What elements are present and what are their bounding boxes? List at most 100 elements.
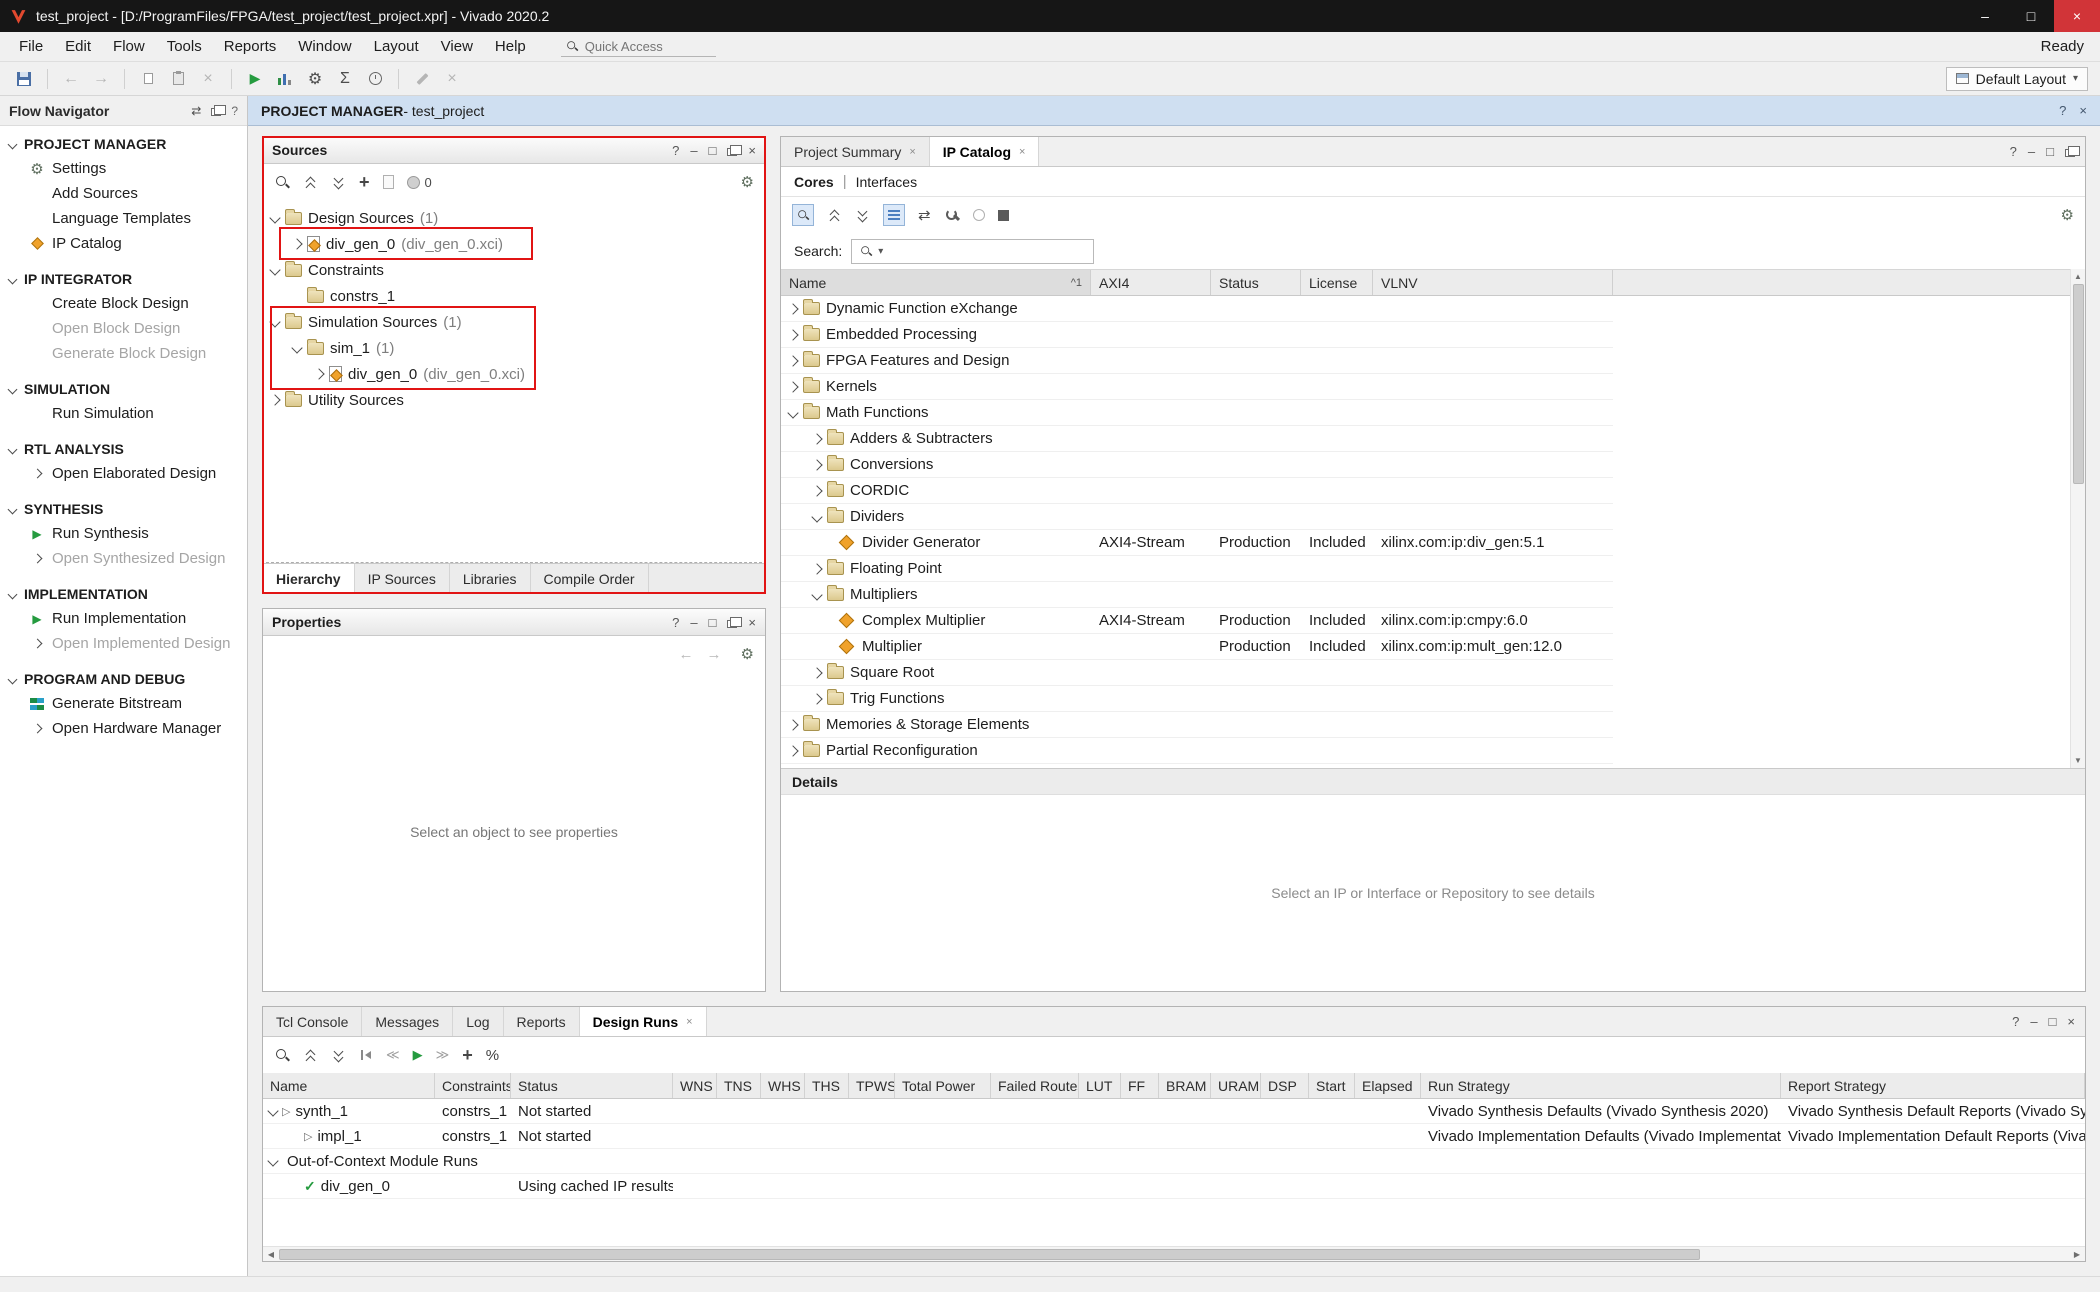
- sources-tab-hierarchy[interactable]: Hierarchy: [263, 564, 355, 593]
- tree-item-constraints[interactable]: Constraints: [263, 257, 765, 283]
- expand-all-icon[interactable]: [331, 175, 346, 190]
- ip-row-fpga-features-and-design[interactable]: FPGA Features and Design: [781, 348, 1613, 374]
- menu-tools[interactable]: Tools: [156, 34, 213, 59]
- properties-panel-header[interactable]: Properties ? – □ ×: [263, 609, 765, 636]
- ip-search-input[interactable]: [887, 244, 1087, 259]
- menu-layout[interactable]: Layout: [363, 34, 430, 59]
- ip-row-partial-reconfiguration[interactable]: Partial Reconfiguration: [781, 738, 1613, 764]
- customize-ip-icon[interactable]: [944, 207, 960, 223]
- column-header-license[interactable]: License: [1301, 270, 1373, 295]
- close-icon[interactable]: ×: [2079, 103, 2087, 118]
- close-icon[interactable]: ×: [2067, 1014, 2075, 1029]
- column-header-axi4[interactable]: AXI4: [1091, 270, 1211, 295]
- chevron-right-icon[interactable]: [811, 459, 822, 470]
- tab-project-summary[interactable]: Project Summary×: [781, 137, 930, 166]
- scrollbar-thumb[interactable]: [2073, 284, 2084, 484]
- tree-item-constrs-1[interactable]: constrs_1: [263, 283, 765, 309]
- undo-button[interactable]: ←: [59, 67, 83, 91]
- window-minimize-button[interactable]: –: [1962, 0, 2008, 32]
- flownav-item-generate-block-design[interactable]: Generate Block Design: [0, 341, 247, 366]
- ip-search-box[interactable]: ▾: [851, 239, 1094, 264]
- swap-icon[interactable]: ⇄: [191, 104, 201, 118]
- chevron-down-icon[interactable]: [811, 511, 822, 522]
- layout-selector[interactable]: Default Layout ▾: [1946, 67, 2088, 91]
- maximize-icon[interactable]: □: [709, 615, 717, 630]
- scroll-right-icon[interactable]: ▶: [2069, 1250, 2085, 1259]
- flownav-item-ip-catalog[interactable]: IP Catalog: [0, 231, 247, 256]
- chevron-down-icon[interactable]: [269, 264, 280, 275]
- ip-row-conversions[interactable]: Conversions: [781, 452, 1613, 478]
- run-row-impl-1[interactable]: ▷impl_1constrs_1Not startedVivado Implem…: [263, 1124, 2085, 1149]
- horizontal-scrollbar[interactable]: ◀ ▶: [263, 1246, 2085, 1261]
- flow-section-header-program-and-debug[interactable]: PROGRAM AND DEBUG: [0, 667, 247, 691]
- flownav-item-run-implementation[interactable]: ▶Run Implementation: [0, 606, 247, 631]
- chevron-right-icon[interactable]: [811, 563, 822, 574]
- chevron-down-icon[interactable]: [8, 274, 18, 284]
- chevron-down-icon[interactable]: [291, 342, 302, 353]
- column-header-uram[interactable]: URAM: [1211, 1073, 1261, 1098]
- flownav-item-open-block-design[interactable]: Open Block Design: [0, 316, 247, 341]
- help-icon[interactable]: ?: [672, 615, 679, 630]
- details-header[interactable]: Details: [781, 768, 2085, 795]
- edit-button[interactable]: [410, 67, 434, 91]
- tab-tcl-console[interactable]: Tcl Console: [263, 1007, 362, 1036]
- menu-window[interactable]: Window: [287, 34, 362, 59]
- scroll-down-icon[interactable]: ▼: [2071, 753, 2085, 768]
- run-row-out-of-context-module-runs[interactable]: Out-of-Context Module Runs: [263, 1149, 2085, 1174]
- ip-row-divider-generator[interactable]: Divider GeneratorAXI4-StreamProductionIn…: [781, 530, 1613, 556]
- copy-button[interactable]: [136, 67, 160, 91]
- ip-row-floating-point[interactable]: Floating Point: [781, 556, 1613, 582]
- ip-row-adders-subtracters[interactable]: Adders & Subtracters: [781, 426, 1613, 452]
- tab-design-runs[interactable]: Design Runs×: [580, 1007, 707, 1036]
- column-header-constraints[interactable]: Constraints: [435, 1073, 511, 1098]
- chevron-right-icon[interactable]: [787, 355, 798, 366]
- chevron-down-icon[interactable]: [8, 504, 18, 514]
- chevron-right-icon[interactable]: [787, 381, 798, 392]
- column-header-ths[interactable]: THS: [805, 1073, 849, 1098]
- forward-icon[interactable]: →: [707, 646, 722, 663]
- cancel-button[interactable]: ×: [440, 67, 464, 91]
- chevron-down-icon[interactable]: [8, 384, 18, 394]
- column-header-bram[interactable]: BRAM: [1159, 1073, 1211, 1098]
- sources-tab-ip-sources[interactable]: IP Sources: [355, 564, 450, 593]
- chevron-right-icon[interactable]: [32, 724, 42, 734]
- menu-file[interactable]: File: [8, 34, 54, 59]
- search-icon[interactable]: [274, 174, 290, 190]
- paste-button[interactable]: [166, 67, 190, 91]
- menu-edit[interactable]: Edit: [54, 34, 102, 59]
- column-header-tns[interactable]: TNS: [717, 1073, 761, 1098]
- gear-icon[interactable]: ⚙: [741, 173, 754, 191]
- ip-row-math-functions[interactable]: Math Functions: [781, 400, 1613, 426]
- column-header-start[interactable]: Start: [1309, 1073, 1355, 1098]
- timing-button[interactable]: [363, 67, 387, 91]
- flownav-item-language-templates[interactable]: Language Templates: [0, 206, 247, 231]
- menu-view[interactable]: View: [430, 34, 484, 59]
- tab-messages[interactable]: Messages: [362, 1007, 453, 1036]
- column-header-status[interactable]: Status: [1211, 270, 1301, 295]
- subtab-cores[interactable]: Cores: [794, 174, 834, 190]
- help-icon[interactable]: ?: [2012, 1014, 2019, 1029]
- menu-flow[interactable]: Flow: [102, 34, 156, 59]
- float-icon[interactable]: [2065, 149, 2075, 157]
- help-icon[interactable]: ?: [2010, 144, 2017, 159]
- tab-log[interactable]: Log: [453, 1007, 503, 1036]
- ip-row-kernels[interactable]: Kernels: [781, 374, 1613, 400]
- float-icon[interactable]: [727, 620, 737, 628]
- column-header-wns[interactable]: WNS: [673, 1073, 717, 1098]
- delete-button[interactable]: ×: [196, 67, 220, 91]
- column-header-failed-routes[interactable]: Failed Routes: [991, 1073, 1079, 1098]
- flow-section-header-project-manager[interactable]: PROJECT MANAGER: [0, 132, 247, 156]
- ip-row-multipliers[interactable]: Multipliers: [781, 582, 1613, 608]
- help-icon[interactable]: ?: [672, 143, 679, 158]
- chevron-down-icon[interactable]: [269, 316, 280, 327]
- column-header-elapsed[interactable]: Elapsed: [1355, 1073, 1421, 1098]
- sources-tab-libraries[interactable]: Libraries: [450, 564, 531, 593]
- run-row-div-gen-0[interactable]: ✓div_gen_0Using cached IP results: [263, 1174, 2085, 1199]
- chevron-right-icon[interactable]: [32, 639, 42, 649]
- chevron-right-icon[interactable]: [787, 745, 798, 756]
- compare-icon[interactable]: ⇄: [918, 206, 931, 224]
- tree-item-div-gen-0[interactable]: div_gen_0 (div_gen_0.xci): [263, 231, 765, 257]
- tree-item-sim-1[interactable]: sim_1 (1): [263, 335, 765, 361]
- maximize-icon[interactable]: □: [2049, 1014, 2057, 1029]
- search-button[interactable]: [792, 204, 814, 226]
